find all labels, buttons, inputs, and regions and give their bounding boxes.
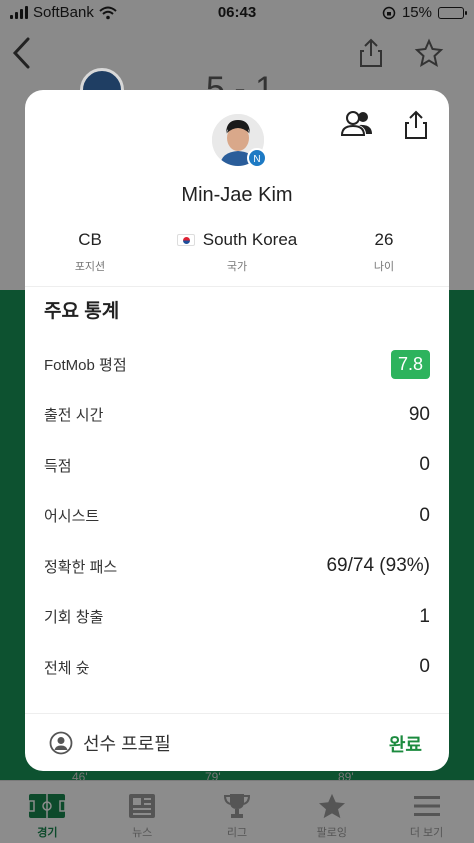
- age-label: 나이: [373, 261, 395, 273]
- newspaper-icon: [129, 794, 156, 818]
- stat-label: FotMob 평점: [44, 356, 127, 374]
- bottom-tab-bar: 경기 뉴스 리그 팔로잉 더 보기: [0, 781, 474, 843]
- country-label: 국가: [226, 261, 248, 273]
- stat-label: 전체 슛: [44, 659, 90, 677]
- stat-row-accurate-passes: 정확한 패스 69/74 (93%): [44, 541, 430, 592]
- stats-list: FotMob 평점 7.8 출전 시간 90 득점 0 어시스트 0 정확한 패…: [44, 339, 430, 693]
- player-profile-link[interactable]: 선수 프로필: [49, 730, 171, 756]
- soccer-field-icon: [28, 794, 67, 818]
- menu-icon: [413, 796, 440, 816]
- tab-following[interactable]: 팔로잉: [284, 781, 379, 843]
- battery-percent: 15%: [401, 4, 432, 21]
- tab-label: 경기: [37, 827, 58, 839]
- position-info: CB 포지션: [25, 230, 155, 274]
- south-korea-flag-icon: [176, 234, 195, 246]
- tab-news[interactable]: 뉴스: [95, 781, 190, 843]
- stat-label: 득점: [44, 457, 72, 475]
- star-outline-icon[interactable]: [414, 38, 444, 68]
- done-button[interactable]: 완료: [389, 731, 422, 757]
- player-info-row: CB 포지션 South Korea 국가 26 나이: [25, 230, 449, 274]
- stat-label: 정확한 패스: [44, 558, 118, 576]
- position-label: 포지션: [74, 261, 106, 273]
- stat-value: 1: [419, 605, 430, 627]
- svg-text:N: N: [253, 154, 260, 165]
- person-circle-icon: [49, 731, 73, 755]
- star-icon: [318, 793, 345, 819]
- stat-row-total-shots: 전체 슛 0: [44, 642, 430, 693]
- trophy-icon: [223, 794, 250, 818]
- stat-row-rating: FotMob 평점 7.8: [44, 339, 430, 390]
- rotation-lock-icon: [382, 6, 396, 19]
- rating-badge: 7.8: [390, 349, 430, 379]
- tab-matches[interactable]: 경기: [0, 781, 95, 843]
- section-title: 주요 통계: [44, 301, 120, 322]
- player-name: Min-Jae Kim: [181, 184, 293, 206]
- stat-value: 0: [419, 504, 430, 526]
- tab-label: 팔로잉: [316, 827, 347, 839]
- share-icon[interactable]: [403, 110, 429, 140]
- tab-label: 리그: [226, 827, 248, 839]
- stat-row-chances-created: 기회 창출 1: [44, 592, 430, 643]
- club-badge: N: [247, 148, 267, 168]
- stat-label: 출전 시간: [44, 407, 104, 425]
- age-info: 26 나이: [319, 230, 449, 274]
- position-value: CB: [78, 230, 102, 249]
- stat-value: 69/74 (93%): [326, 555, 430, 577]
- status-bar: SoftBank 06:43 15%: [0, 0, 474, 26]
- card-actions: [341, 110, 429, 140]
- player-stats-card: N Min-Jae Kim CB 포지션 South Korea 국가 26 나…: [25, 90, 449, 771]
- share-icon[interactable]: [358, 38, 384, 68]
- back-arrow-icon[interactable]: [10, 36, 34, 70]
- battery-icon: [438, 6, 467, 19]
- card-footer: 선수 프로필 완료: [25, 713, 449, 771]
- country-info: South Korea 국가: [155, 230, 319, 274]
- stat-value: 0: [419, 656, 430, 678]
- compare-players-icon[interactable]: [341, 110, 373, 138]
- stat-label: 기회 창출: [44, 609, 104, 627]
- age-value: 26: [374, 230, 394, 249]
- player-profile-label: 선수 프로필: [83, 734, 171, 754]
- stat-value: 0: [419, 454, 430, 476]
- status-right: 15%: [382, 4, 467, 21]
- stat-row-assists: 어시스트 0: [44, 491, 430, 542]
- country-value: South Korea: [202, 230, 298, 249]
- country-value-group: South Korea: [155, 230, 319, 250]
- stat-value: 90: [408, 403, 430, 425]
- stat-row-goals: 득점 0: [44, 440, 430, 491]
- divider: [25, 286, 449, 287]
- tab-more[interactable]: 더 보기: [379, 781, 474, 843]
- tab-leagues[interactable]: 리그: [190, 781, 285, 843]
- tab-label: 뉴스: [132, 827, 153, 839]
- tab-label: 더 보기: [409, 827, 444, 839]
- stat-label: 어시스트: [44, 508, 100, 526]
- stat-row-minutes: 출전 시간 90: [44, 390, 430, 441]
